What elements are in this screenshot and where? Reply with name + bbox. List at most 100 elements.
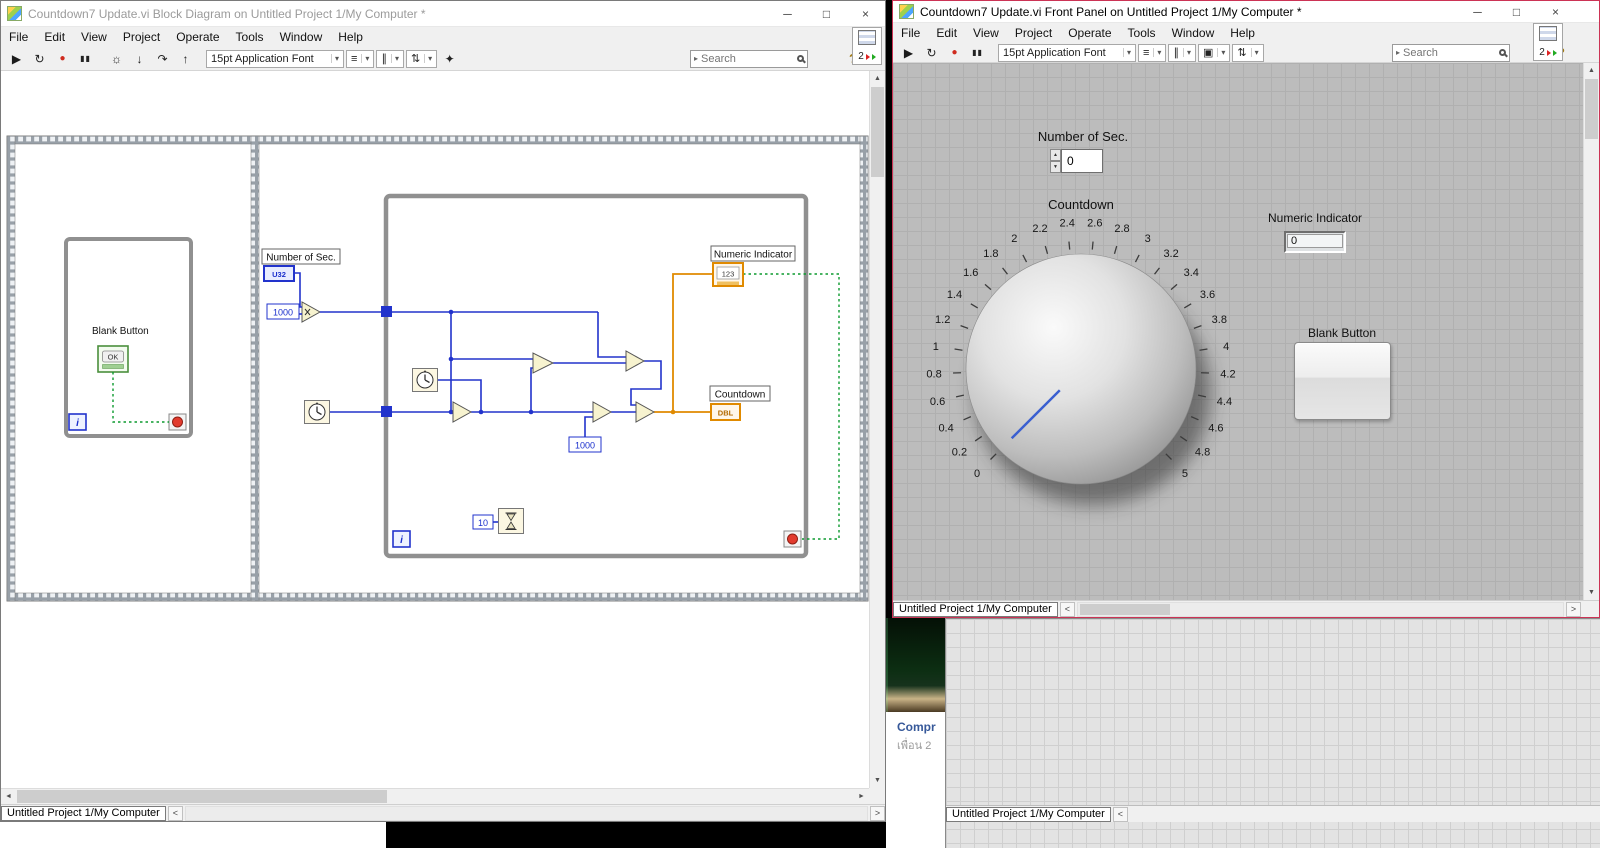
scroll-down-icon[interactable]: ▼ [1584, 585, 1599, 600]
fp-vertical-scrollbar[interactable]: ▲ ▼ [1583, 63, 1599, 600]
bd-horizontal-scrollbar[interactable]: ◄ ► [1, 788, 869, 804]
search-input[interactable] [1403, 46, 1496, 59]
tab-nav-left-button[interactable]: < [1059, 601, 1075, 617]
fp-hscroll-thumb[interactable] [1079, 603, 1170, 615]
menu-help[interactable]: Help [1222, 24, 1263, 42]
number-of-sec-label[interactable]: Number of Sec. [1003, 129, 1163, 144]
abort-button[interactable]: ● [944, 43, 965, 62]
loop-condition-terminal-2[interactable] [783, 530, 802, 548]
reorder-dropdown[interactable]: ⇅ ▾ [405, 49, 438, 68]
bg-tab-scroll-track[interactable] [1130, 807, 1600, 822]
number-of-sec-label-box[interactable]: Number of Sec. [261, 248, 341, 265]
numeric-indicator-terminal[interactable]: 123 [712, 262, 744, 287]
menu-view[interactable]: View [965, 24, 1007, 42]
tab-nav-left-button[interactable]: < [1112, 806, 1128, 822]
menu-view[interactable]: View [73, 28, 115, 46]
distribute-objects-dropdown[interactable]: ∥ ▾ [376, 49, 404, 68]
ok-button-terminal[interactable]: OK [97, 345, 129, 373]
iteration-terminal-1[interactable]: i [68, 413, 87, 431]
menu-window[interactable]: Window [1164, 24, 1223, 42]
bg-project-tab[interactable]: Untitled Project 1/My Computer [946, 806, 1111, 822]
scroll-right-icon[interactable]: ► [854, 789, 869, 804]
abort-button[interactable]: ● [52, 49, 73, 68]
menu-help[interactable]: Help [330, 28, 371, 46]
menu-operate[interactable]: Operate [1060, 24, 1119, 42]
maximize-button[interactable]: □ [1497, 1, 1536, 22]
fp-project-tab[interactable]: Untitled Project 1/My Computer [893, 601, 1058, 617]
menu-project[interactable]: Project [1007, 24, 1060, 42]
align-objects-dropdown[interactable]: ≡ ▾ [346, 49, 375, 68]
increment-button[interactable]: ▲ [1050, 149, 1061, 161]
numeric-indicator-value[interactable]: 0 [1287, 234, 1343, 248]
menu-tools[interactable]: Tools [1120, 24, 1164, 42]
iteration-terminal-2[interactable]: i [392, 530, 411, 548]
tab-nav-left-button[interactable]: < [167, 805, 183, 821]
front-panel-canvas[interactable]: Number of Sec. ▲ ▼ 0 Countdown 0 0.2 0.4… [893, 63, 1583, 600]
clean-diagram-button[interactable]: ✦ [439, 49, 460, 68]
resize-objects-dropdown[interactable]: ▣ ▾ [1197, 43, 1231, 62]
numeric-constant-1000-a[interactable]: 1000 [266, 303, 300, 320]
maximize-button[interactable]: □ [807, 1, 846, 26]
knob-sphere[interactable] [965, 253, 1197, 485]
countdown-label-box[interactable]: Countdown [709, 385, 771, 402]
scroll-up-icon[interactable]: ▲ [1584, 63, 1599, 78]
numeric-constant-1000-b[interactable]: 1000 [568, 436, 602, 453]
numeric-indicator-label[interactable]: Numeric Indicator [1235, 211, 1395, 225]
scroll-up-icon[interactable]: ▲ [870, 71, 885, 86]
bd-project-tab[interactable]: Untitled Project 1/My Computer [1, 805, 166, 821]
font-dropdown[interactable]: 15pt Application Font ▾ [206, 49, 344, 68]
u32-control-terminal[interactable]: U32 [263, 265, 295, 282]
background-front-panel-window[interactable]: Untitled Project 1/My Computer < [945, 618, 1600, 848]
reorder-dropdown[interactable]: ⇅ ▾ [1232, 43, 1264, 62]
pause-button[interactable]: ▮▮ [75, 49, 96, 68]
run-button[interactable]: ▶ [898, 43, 919, 62]
search-input[interactable] [701, 52, 794, 65]
numeric-constant-10[interactable]: 10 [472, 514, 494, 530]
fp-vscroll-thumb[interactable] [1585, 79, 1598, 139]
fp-vi-icon-box[interactable]: 2 [1533, 23, 1563, 61]
menu-edit[interactable]: Edit [928, 24, 965, 42]
align-objects-dropdown[interactable]: ≡ ▾ [1138, 43, 1167, 62]
distribute-objects-dropdown[interactable]: ∥ ▾ [1168, 43, 1196, 62]
menu-window[interactable]: Window [272, 28, 331, 46]
blank-button-diagram-label[interactable]: Blank Button [92, 326, 149, 337]
bd-vertical-scrollbar[interactable]: ▲ ▼ [869, 71, 885, 788]
minimize-button[interactable]: ─ [1458, 1, 1497, 22]
run-button[interactable]: ▶ [6, 49, 27, 68]
tick-count-node-inner[interactable] [413, 369, 438, 392]
browser-card-image[interactable] [886, 618, 945, 712]
wait-ms-node[interactable] [499, 509, 524, 534]
blank-button[interactable] [1294, 342, 1391, 420]
menu-tools[interactable]: Tools [228, 28, 272, 46]
number-of-sec-value[interactable]: 0 [1061, 149, 1103, 173]
decrement-button[interactable]: ▼ [1050, 161, 1061, 173]
browser-card-title[interactable]: Compr [886, 712, 945, 736]
scroll-down-icon[interactable]: ▼ [870, 773, 885, 788]
bd-vi-icon-box[interactable]: 2 [852, 27, 882, 65]
menu-project[interactable]: Project [115, 28, 168, 46]
bd-hscroll-thumb[interactable] [17, 790, 387, 803]
run-continuous-button[interactable]: ↻ [921, 43, 942, 62]
block-diagram-canvas[interactable]: Blank Button OK i Number of Sec. U32 100… [1, 71, 869, 788]
blank-button-label[interactable]: Blank Button [1262, 326, 1422, 340]
fp-titlebar[interactable]: Countdown7 Update.vi Front Panel on Unti… [893, 1, 1599, 23]
loop-condition-terminal-1[interactable] [168, 413, 187, 431]
scroll-left-icon[interactable]: ◄ [1, 789, 16, 804]
tab-nav-right-button[interactable]: > [1566, 601, 1581, 617]
font-dropdown[interactable]: 15pt Application Font ▾ [998, 43, 1136, 62]
bd-vscroll-thumb[interactable] [871, 87, 884, 177]
step-into-button[interactable]: ↓ [129, 49, 150, 68]
close-button[interactable]: × [1536, 1, 1575, 22]
pause-button[interactable]: ▮▮ [967, 43, 988, 62]
search-icon[interactable] [797, 55, 804, 62]
tick-count-node-outer[interactable] [305, 401, 330, 424]
step-out-button[interactable]: ↑ [175, 49, 196, 68]
menu-file[interactable]: File [1, 28, 36, 46]
menu-edit[interactable]: Edit [36, 28, 73, 46]
numeric-indicator-label-box[interactable]: Numeric Indicator [710, 245, 796, 262]
bd-titlebar[interactable]: Countdown7 Update.vi Block Diagram on Un… [1, 1, 885, 27]
highlight-execution-button[interactable]: ☼ [106, 49, 127, 68]
run-continuous-button[interactable]: ↻ [29, 49, 50, 68]
fp-tab-scroll-track[interactable] [1076, 601, 1564, 617]
step-over-button[interactable]: ↷ [152, 49, 173, 68]
